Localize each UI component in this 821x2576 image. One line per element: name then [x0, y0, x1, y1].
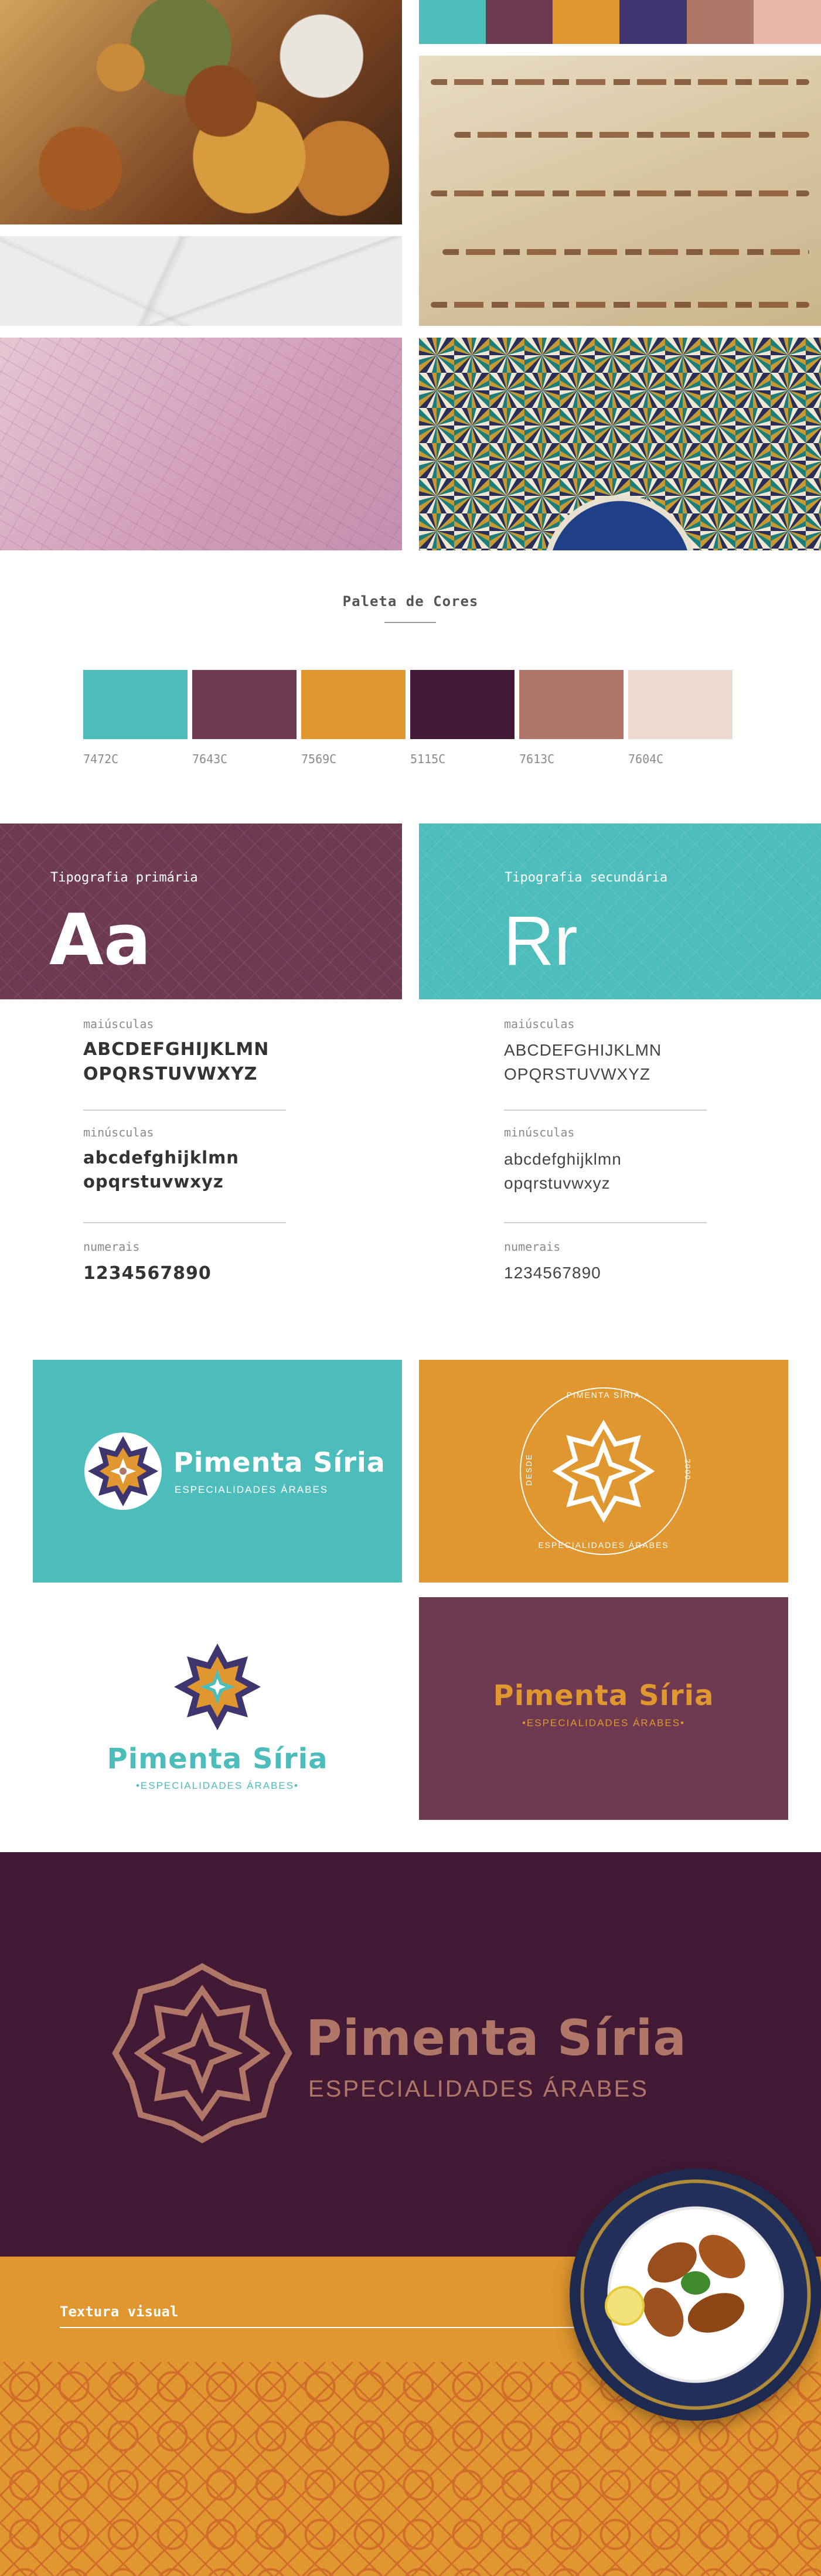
mint-garnish [681, 2271, 710, 2295]
food-photo [0, 0, 402, 224]
seal-emblem-icon [520, 1387, 687, 1555]
star-emblem-icon [112, 1963, 292, 2143]
logo-white-stacked: Pimenta Síria •ESPECIALIDADES ÁRABES• [33, 1597, 402, 1820]
logo-tagline: ESPECIALIDADES ÁRABES [175, 1484, 329, 1495]
divider [83, 1222, 286, 1223]
primary-numbers: 1234567890 [83, 1263, 212, 1284]
palette-swatch [628, 670, 733, 739]
mini-swatch-plum [486, 0, 553, 44]
palette-swatch [410, 670, 515, 739]
logo-wordmark: Pimenta Síria [107, 1743, 328, 1775]
secondary-upper-line2: OPQRSTUVWXYZ [504, 1064, 651, 1083]
primary-num-label: numerais [83, 1240, 140, 1254]
hero-wordmark: Pimenta Síria [306, 2009, 687, 2067]
mini-swatch-orange [553, 0, 619, 44]
primary-typeface-sample: Aa [49, 900, 151, 981]
mini-swatch-teal [419, 0, 486, 44]
marble-photo [0, 236, 402, 326]
divider [83, 1110, 286, 1111]
mini-swatch-rose [687, 0, 754, 44]
secondary-upper-specimen: ABCDEFGHIJKLMN OPQRSTUVWXYZ [504, 1039, 662, 1086]
primary-lower-label: minúsculas [83, 1125, 154, 1139]
arabic-script-photo [419, 56, 821, 326]
mini-swatch-peach [754, 0, 821, 44]
palette-swatch-code: 7604C [628, 752, 664, 766]
palette-swatch-code: 7613C [519, 752, 555, 766]
mini-swatch-indigo [619, 0, 687, 44]
secondary-lower-line2: opqrstuvwxyz [504, 1173, 611, 1192]
logo-tagline: •ESPECIALIDADES ÁRABES• [135, 1780, 299, 1791]
seal-top-text: PIMENTA SÍRIA [566, 1390, 641, 1400]
primary-lower-specimen: abcdefghijklmn opqrstuvwxyz [83, 1146, 239, 1193]
secondary-num-label: numerais [504, 1240, 561, 1254]
mosaic-tiles-photo [419, 338, 821, 550]
palette-swatch [83, 670, 188, 739]
secondary-lower-label: minúsculas [504, 1125, 575, 1139]
map-photo [0, 338, 402, 550]
logo-wordmark: Pimenta Síria [493, 1679, 714, 1712]
palette-swatch-code: 5115C [410, 752, 446, 766]
palette-swatch-code: 7643C [192, 752, 228, 766]
primary-lower-line1: abcdefghijklmn [83, 1148, 239, 1168]
palette-swatch [519, 670, 624, 739]
card-pattern [419, 823, 821, 999]
logo-plum-wordmark: Pimenta Síria •ESPECIALIDADES ÁRABES• [419, 1597, 788, 1820]
secondary-upper-line1: ABCDEFGHIJKLMN [504, 1041, 662, 1059]
palette-swatch-code: 7472C [83, 752, 119, 766]
palette-swatch [301, 670, 406, 739]
logo-teal-horizontal: Pimenta Síria ESPECIALIDADES ÁRABES [33, 1360, 402, 1583]
seal-left-text: DESDE [524, 1454, 533, 1486]
logo-tagline: •ESPECIALIDADES ÁRABES• [522, 1717, 686, 1728]
divider [504, 1222, 707, 1223]
palette-title-underline [384, 622, 436, 623]
secondary-typeface-sample: Rr [503, 901, 578, 980]
logo-wordmark: Pimenta Síria [173, 1447, 386, 1478]
primary-upper-line2: OPQRSTUVWXYZ [83, 1064, 258, 1084]
primary-lower-line2: opqrstuvwxyz [83, 1171, 224, 1192]
texture-label-underline [60, 2327, 587, 2328]
primary-upper-specimen: ABCDEFGHIJKLMN OPQRSTUVWXYZ [83, 1037, 269, 1087]
secondary-typeface-card: Tipografia secundária Rr [419, 823, 821, 999]
secondary-typeface-caption: Tipografia secundária [505, 870, 668, 885]
texture-label: Textura visual [60, 2303, 179, 2320]
divider [504, 1110, 707, 1111]
primary-typeface-caption: Tipografia primária [50, 870, 198, 885]
star-emblem-icon [174, 1643, 261, 1730]
secondary-upper-label: maiúsculas [504, 1017, 575, 1031]
seal-bottom-text: ESPECIALIDADES ÁRABES [538, 1540, 669, 1550]
primary-upper-line1: ABCDEFGHIJKLMN [83, 1039, 270, 1060]
hero-tagline: ESPECIALIDADES ÁRABES [308, 2076, 649, 2102]
star-emblem-icon [84, 1432, 162, 1510]
secondary-numbers: 1234567890 [504, 1264, 601, 1282]
mini-palette-strip [419, 0, 821, 44]
primary-typeface-card: Tipografia primária Aa [0, 823, 402, 999]
seal-right-text: 2000 [683, 1459, 692, 1481]
secondary-lower-line1: abcdefghijklmn [504, 1150, 622, 1168]
kibbeh-plate-photo [570, 2169, 821, 2421]
palette-title: Paleta de Cores [342, 593, 479, 610]
palette-swatch [192, 670, 297, 739]
logo-orange-seal: PIMENTA SÍRIA ESPECIALIDADES ÁRABES DESD… [419, 1360, 788, 1583]
primary-upper-label: maiúsculas [83, 1017, 154, 1031]
lemon-slice [605, 2286, 645, 2326]
palette-swatch-code: 7569C [301, 752, 337, 766]
secondary-lower-specimen: abcdefghijklmn opqrstuvwxyz [504, 1148, 622, 1195]
